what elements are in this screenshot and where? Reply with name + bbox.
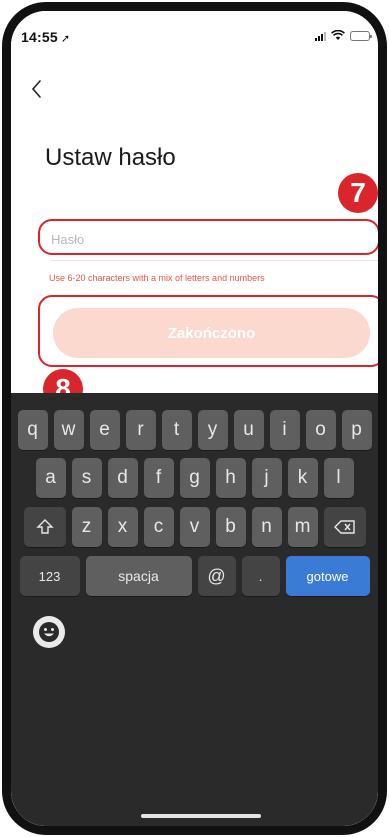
space-key[interactable]: spacja	[85, 556, 192, 596]
key-i[interactable]: i	[269, 410, 300, 450]
key-s[interactable]: s	[71, 458, 102, 498]
done-key[interactable]: gotowe	[285, 556, 370, 596]
keyboard: q w e r t y u i o p a s d f g h j k l z …	[11, 393, 378, 826]
key-l[interactable]: l	[323, 458, 354, 498]
wifi-icon	[331, 30, 345, 40]
key-c[interactable]: c	[143, 507, 174, 547]
key-u[interactable]: u	[233, 410, 264, 450]
shift-icon[interactable]	[23, 507, 66, 547]
home-indicator	[141, 814, 261, 818]
signal-icon	[315, 31, 326, 41]
key-j[interactable]: j	[251, 458, 282, 498]
battery-icon	[350, 30, 372, 41]
backspace-icon[interactable]	[323, 507, 366, 547]
key-p[interactable]: p	[341, 410, 372, 450]
status-icons	[315, 30, 372, 41]
screen: 14:55 ➚ Ustaw hasło 7 Use 6-20 character…	[11, 11, 378, 826]
at-key[interactable]: @	[197, 556, 236, 596]
annotation-badge-7: 7	[338, 173, 378, 213]
key-z[interactable]: z	[71, 507, 102, 547]
numbers-key[interactable]: 123	[19, 556, 80, 596]
key-k[interactable]: k	[287, 458, 318, 498]
key-d[interactable]: d	[107, 458, 138, 498]
keyboard-row-3: z x c v b n m	[11, 507, 378, 547]
status-bar: 14:55 ➚	[11, 11, 378, 55]
key-x[interactable]: x	[107, 507, 138, 547]
location-arrow-icon: ➚	[60, 33, 71, 45]
key-g[interactable]: g	[179, 458, 210, 498]
key-o[interactable]: o	[305, 410, 336, 450]
key-r[interactable]: r	[125, 410, 156, 450]
key-h[interactable]: h	[215, 458, 246, 498]
key-m[interactable]: m	[287, 507, 318, 547]
keyboard-row-4: 123 spacja @ . gotowe	[11, 556, 378, 596]
key-f[interactable]: f	[143, 458, 174, 498]
emoji-icon[interactable]	[33, 616, 65, 648]
key-n[interactable]: n	[251, 507, 282, 547]
key-q[interactable]: q	[17, 410, 48, 450]
key-e[interactable]: e	[89, 410, 120, 450]
key-b[interactable]: b	[215, 507, 246, 547]
time-text: 14:55	[21, 29, 58, 45]
page-title: Ustaw hasło	[45, 144, 176, 171]
keyboard-row-2: a s d f g h j k l	[11, 458, 378, 498]
password-hint: Use 6-20 characters with a mix of letter…	[49, 273, 265, 283]
chevron-left-icon[interactable]	[27, 75, 47, 103]
phone-frame: 14:55 ➚ Ustaw hasło 7 Use 6-20 character…	[2, 2, 387, 835]
key-y[interactable]: y	[197, 410, 228, 450]
key-a[interactable]: a	[35, 458, 66, 498]
key-w[interactable]: w	[53, 410, 84, 450]
key-v[interactable]: v	[179, 507, 210, 547]
key-t[interactable]: t	[161, 410, 192, 450]
input-underline	[51, 260, 378, 261]
password-input[interactable]	[51, 226, 366, 252]
dot-key[interactable]: .	[241, 556, 280, 596]
status-time: 14:55 ➚	[21, 29, 70, 45]
finish-button[interactable]: Zakończono	[53, 308, 370, 358]
keyboard-row-1: q w e r t y u i o p	[11, 410, 378, 450]
